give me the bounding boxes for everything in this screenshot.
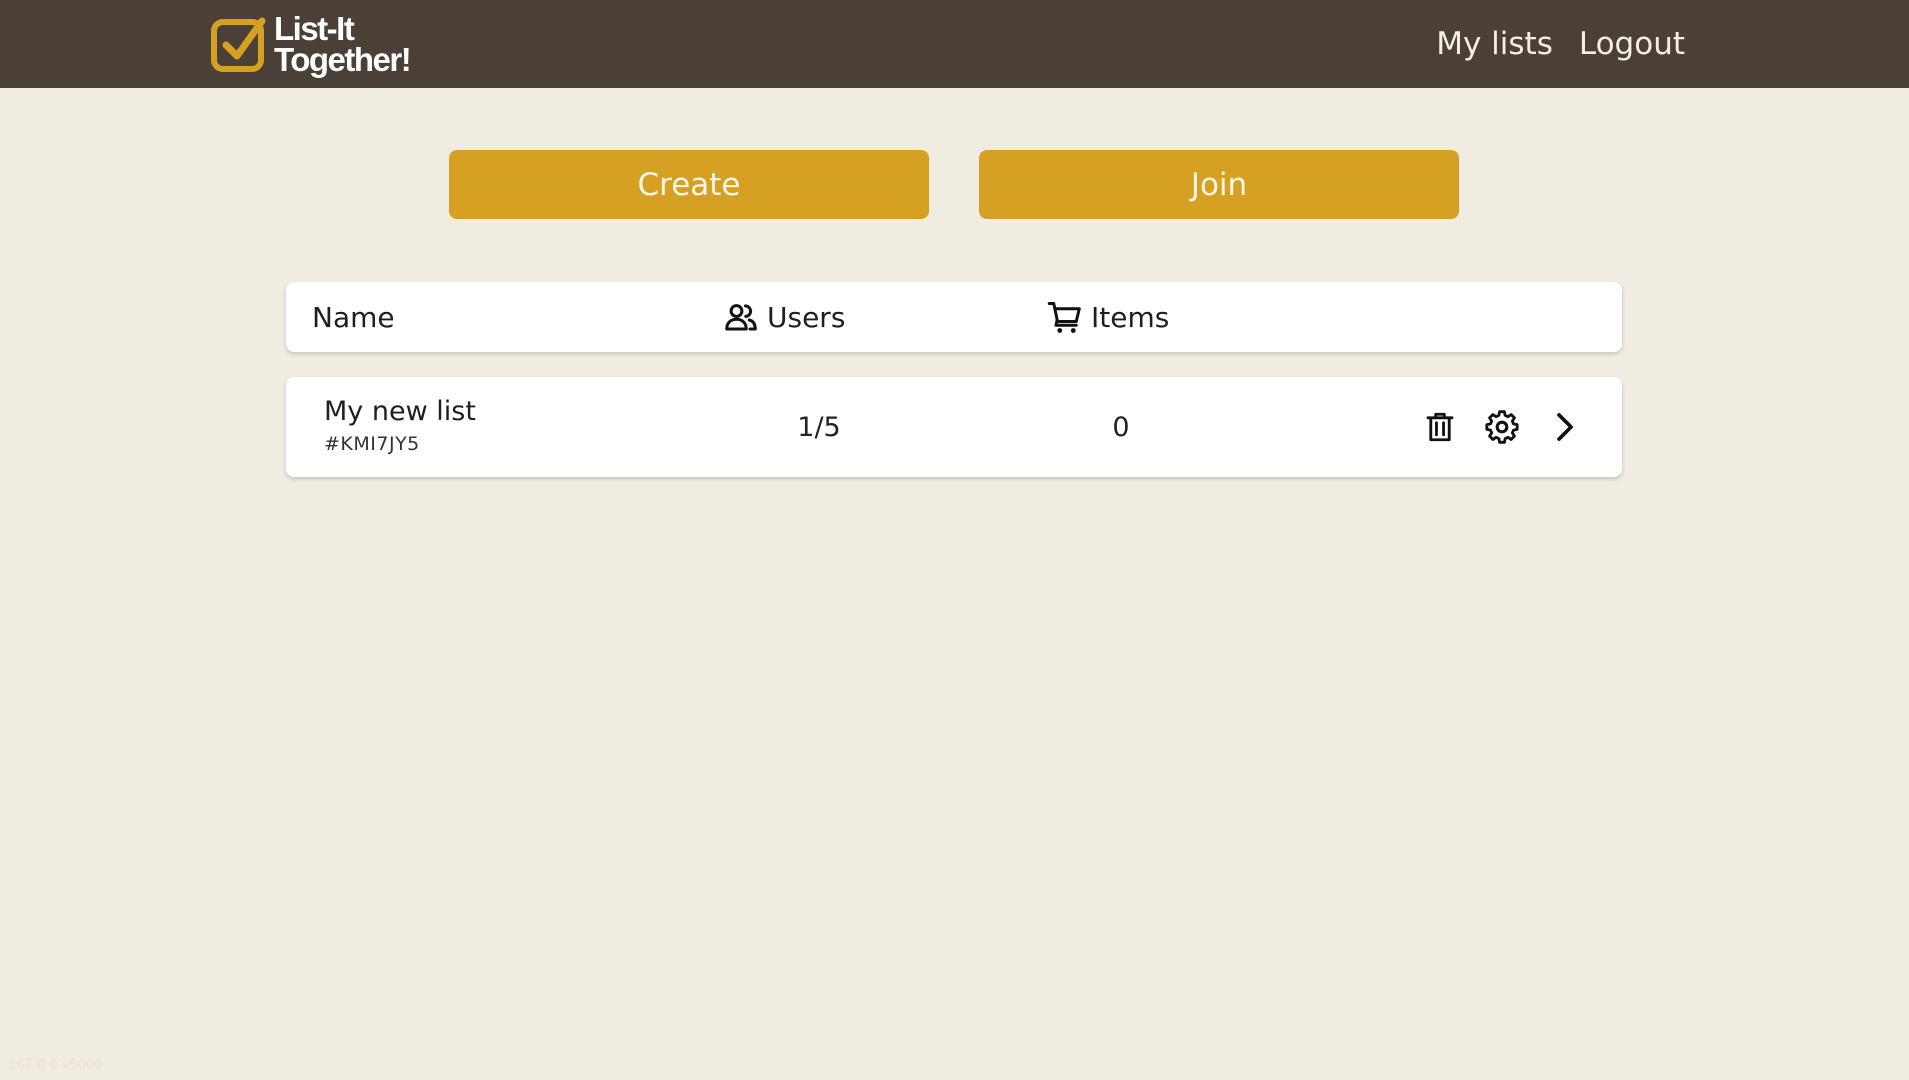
checkbox-icon [211,17,266,72]
trash-icon [1426,412,1454,442]
column-header-users-label: Users [767,300,846,334]
chevron-right-icon [1557,413,1573,441]
version-text: 167.0.0 v5000 [8,1058,103,1073]
create-button[interactable]: Create [449,150,929,219]
top-nav-bar: List-It Together! My lists Logout [0,0,1909,88]
column-header-items-label: Items [1091,300,1170,334]
list-name: My new list [324,396,476,427]
nav-logout[interactable]: Logout [1579,26,1685,62]
delete-list-button[interactable] [1422,409,1458,445]
table-header: Name Users Items [286,282,1622,352]
list-code: #KMI7JY5 [324,433,420,455]
list-settings-button[interactable] [1484,409,1520,445]
gear-icon [1485,410,1519,444]
open-list-button[interactable] [1546,409,1582,445]
nav-links: My lists Logout [1410,0,1685,88]
list-row[interactable]: My new list #KMI7JY5 1/5 0 [286,377,1622,477]
row-actions [1422,377,1608,477]
logo-line-1: List-It [274,10,355,47]
logo-wordmark: List-It Together! [274,10,412,78]
app-logo[interactable]: List-It Together! [210,8,412,80]
nav-my-lists[interactable]: My lists [1436,26,1553,62]
column-header-users[interactable]: Users [723,282,845,352]
logo-line-2: Together! [274,41,412,78]
column-header-name-label: Name [312,300,395,334]
cart-icon [1047,302,1081,333]
list-items-count: 0 [1112,411,1130,443]
column-header-name[interactable]: Name [312,282,395,352]
list-users-count: 1/5 [797,411,841,443]
users-icon [725,304,757,331]
list-name-block: My new list #KMI7JY5 [324,395,476,455]
join-button[interactable]: Join [979,150,1459,219]
column-header-items[interactable]: Items [1047,282,1169,352]
